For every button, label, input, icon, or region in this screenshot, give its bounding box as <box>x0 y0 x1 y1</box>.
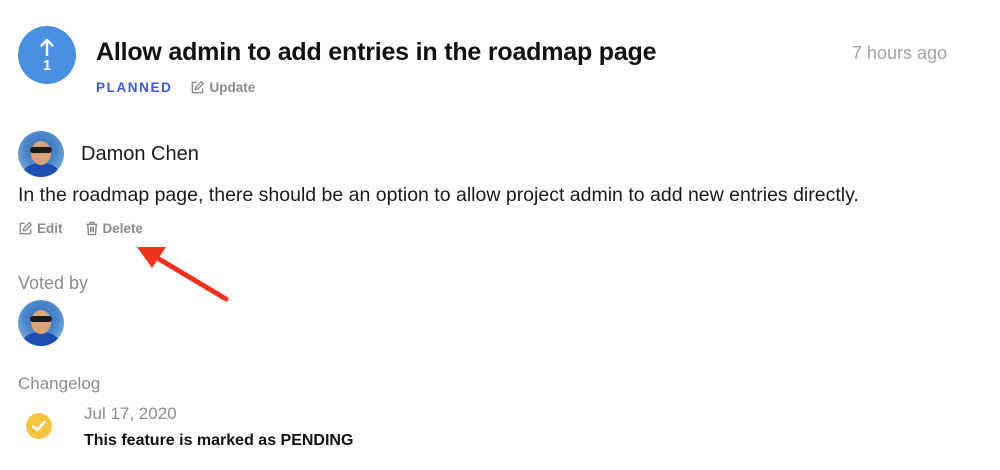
post-title: Allow admin to add entries in the roadma… <box>96 38 657 66</box>
voter-avatar[interactable] <box>18 300 64 346</box>
update-label: Update <box>209 80 256 95</box>
edit-button[interactable]: Edit <box>18 221 63 236</box>
post-description: In the roadmap page, there should be an … <box>18 184 859 206</box>
author: Damon Chen <box>18 131 199 177</box>
delete-button[interactable]: Delete <box>85 221 144 236</box>
edit-icon <box>192 81 205 94</box>
check-circle-icon <box>26 413 52 439</box>
vote-count: 1 <box>42 56 52 74</box>
edit-label: Edit <box>37 221 63 236</box>
avatar <box>18 131 64 177</box>
author-name: Damon Chen <box>81 142 199 165</box>
changelog-date: Jul 17, 2020 <box>84 404 177 423</box>
update-button[interactable]: Update <box>190 80 255 95</box>
arrow-up-icon <box>40 38 54 56</box>
changelog-label: Changelog <box>18 374 101 393</box>
upvote-button[interactable]: 1 <box>18 26 76 84</box>
avatar <box>18 300 64 346</box>
post-actions: Edit Delete <box>18 221 165 236</box>
status-badge: PLANNED <box>96 80 173 95</box>
post-detail: 1 Allow admin to add entries in the road… <box>0 0 1000 470</box>
post-timestamp: 7 hours ago <box>851 43 947 63</box>
annotation-arrow-icon <box>137 247 229 302</box>
voted-by-label: Voted by <box>18 273 89 293</box>
delete-label: Delete <box>102 221 144 236</box>
trash-icon <box>85 221 98 236</box>
post-meta: PLANNED Update <box>96 80 255 95</box>
changelog-text: This feature is marked as PENDING <box>84 432 354 449</box>
edit-icon <box>19 222 32 235</box>
